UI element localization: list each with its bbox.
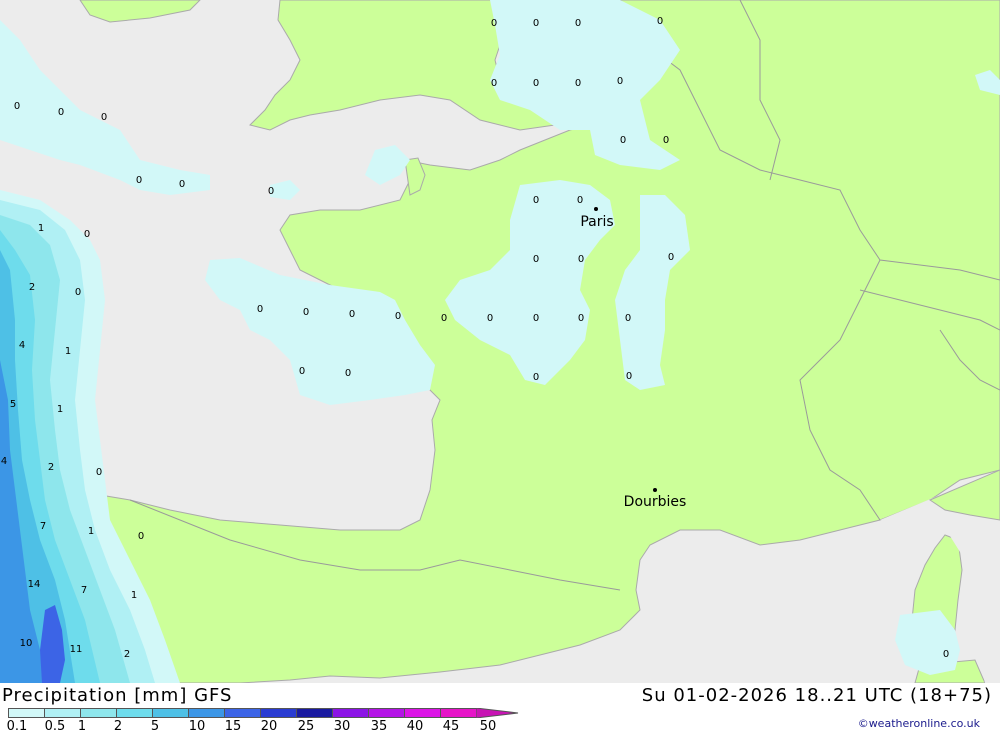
valid-time: Su 01-02-2026 18..21 UTC (18+75) [641,685,992,706]
value-label: 0 [624,313,632,324]
value-label: 0 [256,304,264,315]
scale-swatch [116,708,153,718]
value-label: 0 [577,313,585,324]
value-label: 5 [9,399,17,410]
value-label: 0 [577,254,585,265]
scale-swatch [188,708,225,718]
value-label: 1 [87,526,95,537]
scale-swatch [332,708,369,718]
credit-link[interactable]: ©weatheronline.co.uk [858,717,980,730]
value-label: 0 [616,76,624,87]
value-label: 0 [137,531,145,542]
value-label: 0 [348,309,356,320]
value-label: 0 [532,18,540,29]
scale-swatch [152,708,189,718]
scale-tick: 2 [113,719,123,734]
value-label: 0 [574,78,582,89]
scale-tick: 5 [150,719,160,734]
scale-tick: 50 [479,719,497,734]
value-label: 10 [19,638,33,649]
value-label: 2 [28,282,36,293]
map-canvas [0,0,1000,683]
scale-arrow [476,708,519,718]
value-label: 2 [47,462,55,473]
value-label: 0 [490,78,498,89]
precipitation-map[interactable]: Paris Dourbies 0 0 0 0 0 0 0 0 0 0 0 0 0… [0,0,1000,683]
value-label: 0 [267,186,275,197]
value-label: 0 [95,467,103,478]
scale-swatch [440,708,477,718]
value-label: 1 [56,404,64,415]
value-label: 0 [74,287,82,298]
value-label: 0 [667,252,675,263]
value-label: 11 [69,644,83,655]
value-label: 0 [619,135,627,146]
value-label: 0 [100,112,108,123]
scale-tick: 45 [442,719,460,734]
value-label: 0 [440,313,448,324]
value-label: 7 [80,585,88,596]
map-footer: Precipitation [mm] GFS Su 01-02-2026 18.… [0,683,1000,734]
value-label: 1 [37,223,45,234]
scale-tick: 1 [77,719,87,734]
scale-swatch [44,708,81,718]
value-label: 1 [64,346,72,357]
scale-swatch [8,708,45,718]
value-label: 0 [13,101,21,112]
value-label: 0 [486,313,494,324]
value-label: 2 [123,649,131,660]
city-label-dourbies: Dourbies [623,494,687,510]
value-label: 4 [18,340,26,351]
value-label: 0 [625,371,633,382]
value-label: 0 [394,311,402,322]
value-label: 0 [302,307,310,318]
value-label: 0 [298,366,306,377]
value-label: 0 [532,195,540,206]
scale-swatch [368,708,405,718]
scale-swatch [404,708,441,718]
value-label: 0 [576,195,584,206]
scale-tick: 30 [333,719,351,734]
dourbies-dot [653,488,657,492]
scale-swatch [80,708,117,718]
scale-tick: 0.5 [44,719,66,734]
value-label: 7 [39,521,47,532]
value-label: 0 [532,78,540,89]
color-scale [8,708,520,718]
value-label: 0 [532,313,540,324]
value-label: 0 [662,135,670,146]
value-label: 14 [27,579,41,590]
scale-tick: 25 [297,719,315,734]
value-label: 0 [344,368,352,379]
value-label: 0 [942,649,950,660]
city-label-paris: Paris [580,214,614,230]
scale-tick: 0.1 [6,719,28,734]
value-label: 1 [130,590,138,601]
scale-tick: 15 [224,719,242,734]
value-label: 0 [656,16,664,27]
value-label: 0 [135,175,143,186]
scale-swatch [296,708,333,718]
value-label: 0 [178,179,186,190]
scale-tick: 35 [370,719,388,734]
scale-tick: 40 [406,719,424,734]
value-label: 0 [532,372,540,383]
scale-swatch [224,708,261,718]
value-label: 4 [0,456,8,467]
value-label: 0 [532,254,540,265]
scale-swatch [260,708,297,718]
map-title: Precipitation [mm] GFS [2,685,233,706]
paris-dot [594,207,598,211]
scale-tick: 10 [188,719,206,734]
value-label: 0 [83,229,91,240]
scale-tick: 20 [260,719,278,734]
value-label: 0 [57,107,65,118]
value-label: 0 [490,18,498,29]
value-label: 0 [574,18,582,29]
